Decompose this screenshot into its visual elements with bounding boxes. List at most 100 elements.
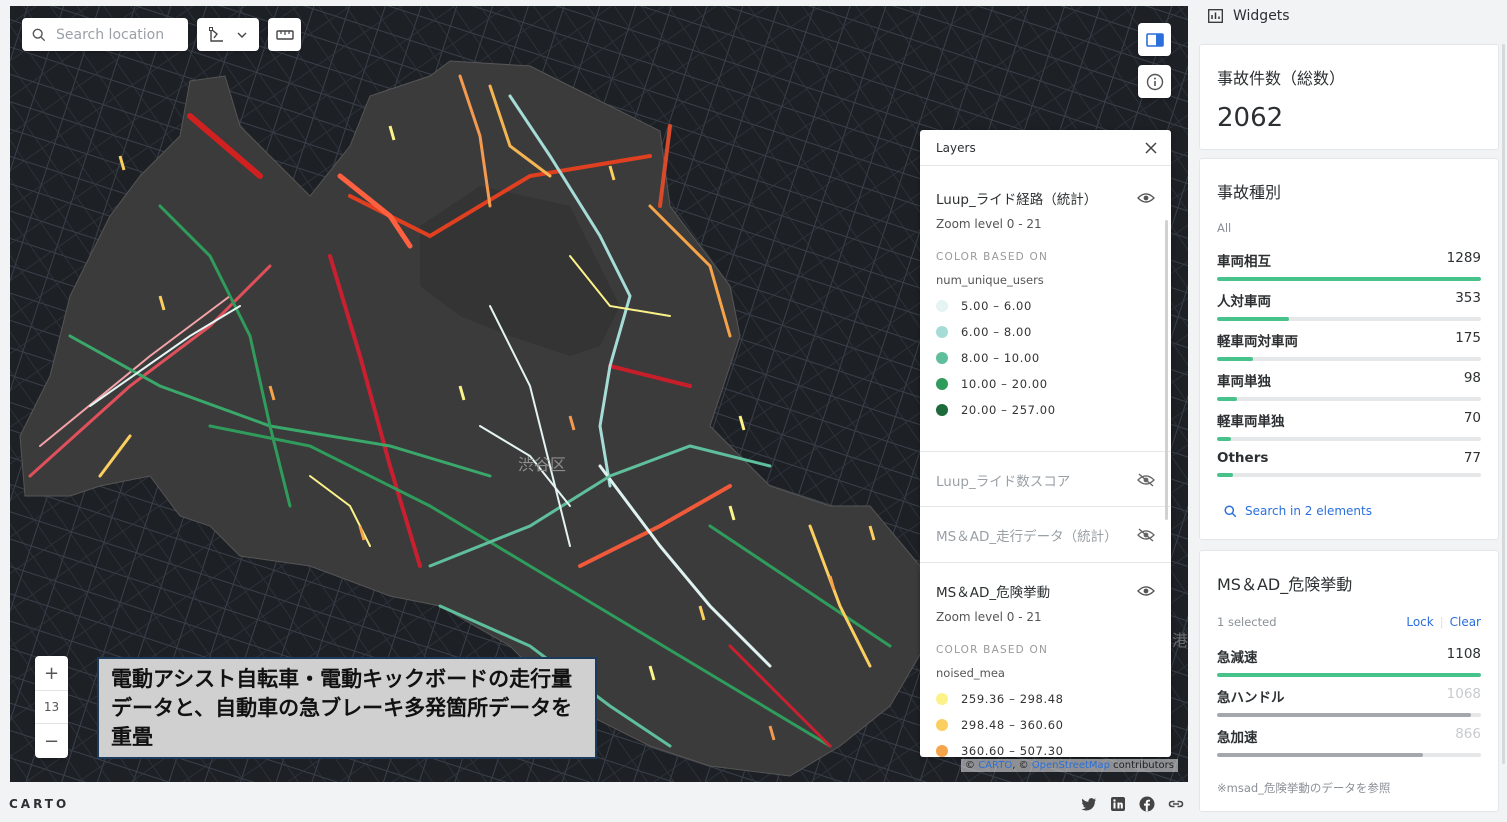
info-icon: [1146, 73, 1163, 90]
category-value: 98: [1463, 370, 1481, 386]
legend-label: 6.00 – 8.00: [961, 325, 1032, 339]
category-bar-track: [1217, 673, 1481, 677]
legend-swatch: [936, 404, 948, 416]
widget-title: MS＆AD_危険挙動: [1217, 575, 1353, 594]
category-bar-track: [1217, 473, 1481, 477]
clear-button[interactable]: Clear: [1450, 615, 1481, 629]
legend-swatch: [936, 378, 948, 390]
zoom-in-button[interactable]: +: [35, 656, 68, 690]
lock-button[interactable]: Lock: [1406, 615, 1433, 629]
eye-icon[interactable]: [1137, 192, 1155, 204]
map-edge-label: 港: [1172, 631, 1188, 650]
category-value: 1289: [1446, 250, 1481, 266]
category-value: 77: [1463, 450, 1481, 466]
total-accidents-widget: 事故件数（総数） 2062: [1199, 44, 1499, 150]
category-item[interactable]: Others 77: [1217, 450, 1481, 490]
legend-swatch: [936, 352, 948, 364]
map-canvas[interactable]: 渋谷区 港 Search location + 13 − 電動アシスト自転車・電…: [10, 6, 1188, 782]
category-item[interactable]: 人対車両 353: [1217, 290, 1481, 330]
legend-item: 8.00 – 10.00: [936, 351, 1155, 365]
zoom-control: + 13 −: [35, 656, 68, 758]
legend-swatch: [936, 326, 948, 338]
layer-name: Luup_ライド経路（統計）: [936, 192, 1098, 208]
draw-tool-dropdown[interactable]: [197, 18, 259, 51]
search-elements-link[interactable]: Search in 2 elements: [1224, 504, 1498, 518]
category-bar-fill: [1217, 357, 1253, 361]
category-label: 車両相互: [1217, 254, 1271, 270]
legend-label: 20.00 – 257.00: [961, 403, 1056, 417]
search-location-input[interactable]: Search location: [22, 18, 188, 51]
category-list: 車両相互 1289 人対車両 353 軽車両対車両 175 車両単独 98 軽車両単独 70 Oth…: [1200, 250, 1498, 490]
widget-title: 事故種別: [1217, 183, 1282, 202]
legend-swatch: [936, 745, 948, 757]
category-item[interactable]: 急加速 866: [1217, 726, 1481, 766]
category-label: 軽車両単独: [1217, 414, 1285, 430]
toggle-layers-panel-button[interactable]: [1138, 23, 1171, 56]
search-elements-label: Search in 2 elements: [1245, 504, 1372, 518]
layer-name: MS＆AD_走行データ（統計）: [936, 529, 1118, 545]
category-bar-fill: [1217, 673, 1481, 677]
layer-legend: 5.00 – 6.00 6.00 – 8.00 8.00 – 10.00 10.00 …: [936, 299, 1155, 417]
layer-luup-routes[interactable]: Luup_ライド経路（統計） Zoom level 0 - 21 COLOR B…: [920, 166, 1171, 452]
category-bar-track: [1217, 437, 1481, 441]
panel-scrollbar[interactable]: [1165, 220, 1168, 520]
eye-off-icon[interactable]: [1137, 473, 1155, 487]
category-item[interactable]: 急ハンドル 1068: [1217, 686, 1481, 726]
category-label: 人対車両: [1217, 294, 1271, 310]
legend-item: 298.48 – 360.60: [936, 718, 1155, 732]
layer-luup-score[interactable]: Luup_ライド数スコア: [920, 452, 1171, 507]
category-value: 175: [1455, 330, 1481, 346]
layers-title: Layers: [936, 140, 976, 155]
legend-item: 10.00 – 20.00: [936, 377, 1155, 391]
category-bar-track: [1217, 317, 1481, 321]
legend-item: 259.36 – 298.48: [936, 692, 1155, 706]
layers-panel: Layers Luup_ライド経路（統計） Zoom level 0 - 21 …: [920, 130, 1171, 757]
layer-name: MS＆AD_危険挙動: [936, 585, 1051, 601]
legend-label: 298.48 – 360.60: [961, 718, 1064, 732]
link-icon[interactable]: [1168, 796, 1184, 812]
twitter-icon[interactable]: [1081, 796, 1097, 812]
selection-status: 1 selected Lock | Clear: [1217, 615, 1481, 629]
layer-name: Luup_ライド数スコア: [936, 474, 1071, 490]
category-bar-fill: [1217, 753, 1424, 757]
eye-icon[interactable]: [1137, 585, 1155, 597]
district-label: 渋谷区: [518, 455, 566, 474]
legend-swatch: [936, 693, 948, 705]
search-icon: [1224, 504, 1237, 517]
category-value: 866: [1455, 726, 1481, 742]
category-item[interactable]: 車両単独 98: [1217, 370, 1481, 410]
zoom-out-button[interactable]: −: [35, 724, 68, 758]
osm-link[interactable]: OpenStreetMap: [1032, 760, 1110, 771]
accident-types-widget: 事故種別 All 車両相互 1289 人対車両 353 軽車両対車両 175 車両単独 98 軽…: [1199, 158, 1499, 540]
facebook-icon[interactable]: [1139, 796, 1155, 812]
map-caption: 電動アシスト自転車・電動キックボードの走行量データと、自動車の急ブレーキ多発箇所…: [97, 657, 597, 759]
carto-link[interactable]: CARTO: [978, 760, 1012, 771]
category-bar-fill: [1217, 713, 1472, 717]
widgets-sidebar: Widgets 事故件数（総数） 2062 事故種別 All 車両相互 1289 人…: [1196, 0, 1507, 822]
linkedin-icon[interactable]: [1110, 796, 1126, 812]
sidebar-scrollbar[interactable]: [1502, 44, 1505, 764]
legend-item: 5.00 – 6.00: [936, 299, 1155, 313]
legend-item: 20.00 – 257.00: [936, 403, 1155, 417]
legend-swatch: [936, 300, 948, 312]
category-bar-track: [1217, 357, 1481, 361]
category-value: 1068: [1446, 686, 1481, 702]
filter-status: All: [1217, 221, 1232, 235]
layer-msad-risk[interactable]: MS＆AD_危険挙動 Zoom level 0 - 21 COLOR BASED…: [920, 563, 1171, 757]
zoom-level: 13: [35, 690, 68, 724]
category-item[interactable]: 車両相互 1289: [1217, 250, 1481, 290]
eye-off-icon[interactable]: [1137, 528, 1155, 542]
legend-label: 259.36 – 298.48: [961, 692, 1064, 706]
category-item[interactable]: 軽車両対車両 175: [1217, 330, 1481, 370]
info-button[interactable]: [1138, 65, 1171, 98]
category-item[interactable]: 軽車両単独 70: [1217, 410, 1481, 450]
measure-button[interactable]: [268, 18, 301, 51]
category-item[interactable]: 急減速 1108: [1217, 646, 1481, 686]
category-label: 急加速: [1217, 730, 1258, 746]
close-icon[interactable]: [1145, 141, 1157, 154]
category-value: 1108: [1446, 646, 1481, 662]
layer-msad-driving[interactable]: MS＆AD_走行データ（統計）: [920, 507, 1171, 563]
widget-title: 事故件数（総数）: [1217, 69, 1346, 88]
chevron-down-icon: [237, 32, 247, 38]
legend-item: 360.60 – 507.30: [936, 744, 1155, 757]
